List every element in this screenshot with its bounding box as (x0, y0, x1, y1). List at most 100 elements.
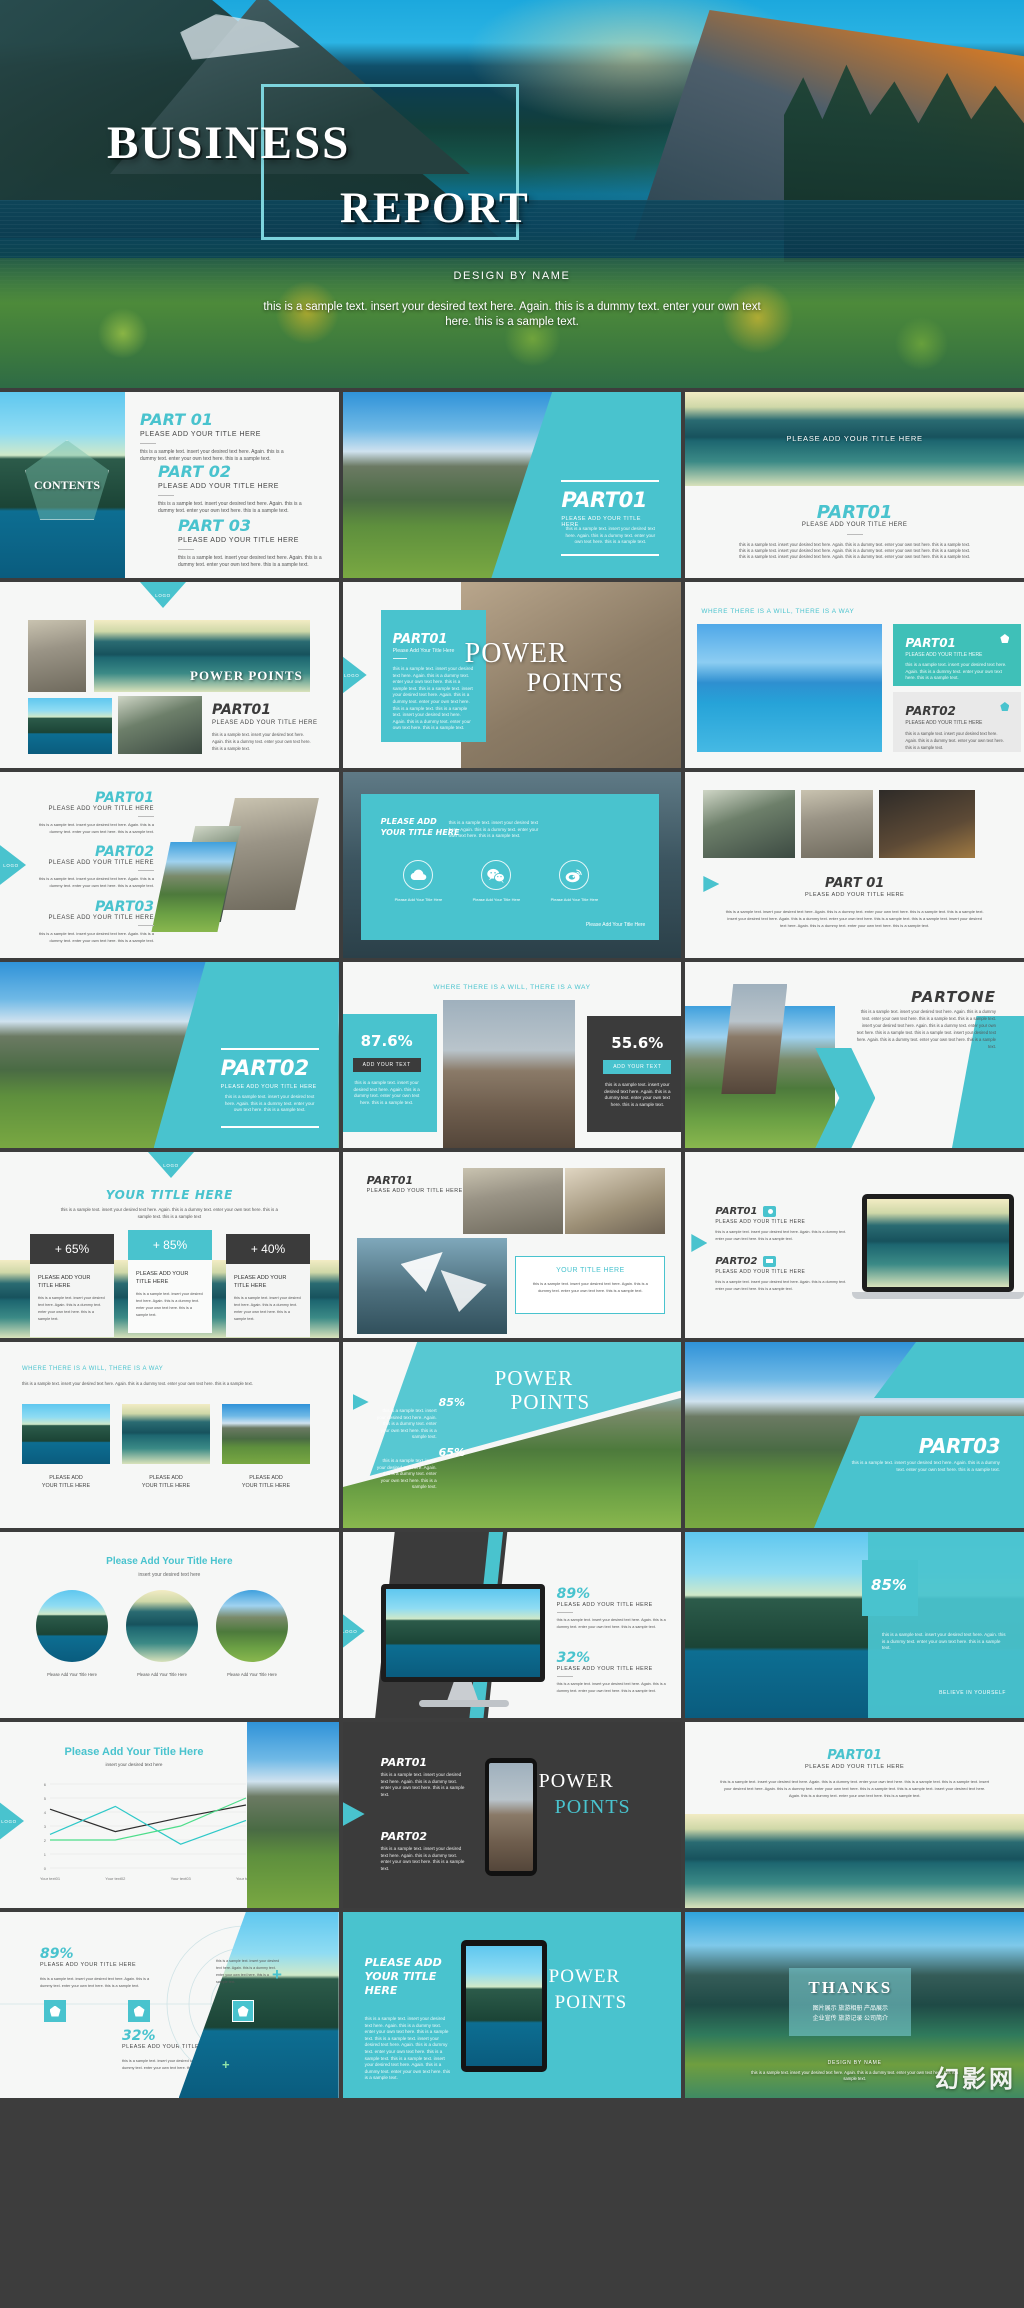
slide-imac-stats[interactable]: LOGO 89% PLEASE ADD YOUR TITLE HERE this… (342, 1532, 682, 1718)
pentagon-icon-1[interactable] (44, 2000, 66, 2022)
part-body: this is a sample text. insert your desir… (851, 1460, 1000, 1472)
thanks-title: THANKS (808, 1978, 893, 1997)
svg-text:Your text01: Your text01 (40, 1876, 61, 1881)
pentagon-icon-2[interactable] (128, 2000, 150, 2022)
rule (392, 658, 407, 659)
part-subtitle: PLEASE ADD YOUR TITLE HERE (212, 720, 318, 726)
slide-part01-diagonal[interactable]: PART01 PLEASE ADD YOUR TITLE HERE this i… (342, 392, 682, 578)
cloud-icon (403, 860, 434, 890)
slide-power-points-wood[interactable]: LOGO PART01 Please Add Your Title Here t… (342, 582, 682, 768)
circle-caption-2: Please Add Your Title Here (137, 1672, 187, 1677)
contents-part-2: PART 02 (158, 462, 231, 481)
rule-bottom (561, 554, 660, 556)
slide-power-points-diagonal[interactable]: POWER POINTS 85% this is a sample text. … (342, 1342, 682, 1528)
percent-column-1[interactable]: + 65% PLEASE ADD YOUR TITLE HERE this is… (30, 1234, 114, 1337)
teal-arrow (691, 1234, 708, 1252)
svg-text:Your text03: Your text03 (171, 1876, 192, 1881)
title-line1: PLEASE ADD (364, 1956, 442, 1969)
title-box[interactable]: YOUR TITLE HERE this is a sample text. i… (515, 1256, 666, 1314)
stat-item-1[interactable]: 89% PLEASE ADD YOUR TITLE HERE this is a… (556, 1586, 667, 1631)
card-teal[interactable]: PART01 PLEASE ADD YOUR TITLE HERE this i… (893, 624, 1022, 686)
contents-item-1[interactable]: PART 01 PLEASE ADD YOUR TITLE HERE this … (140, 410, 300, 463)
part-item-2[interactable]: PART02 PLEASE ADD YOUR TITLE HERE this i… (36, 844, 154, 889)
contents-item-3[interactable]: PART 03 PLEASE ADD YOUR TITLE HERE this … (178, 516, 338, 569)
icon-caption-2: Please Add Your Title Here (472, 897, 521, 902)
circle-photo-2 (126, 1590, 198, 1662)
icon-caption-1: Please Add Your Title Here (394, 897, 443, 902)
slide-circle-photos[interactable]: Please Add Your Title Here insert your d… (0, 1532, 339, 1718)
part-item-3[interactable]: PART03 PLEASE ADD YOUR TITLE HERE this i… (36, 899, 154, 944)
icon-item-wechat[interactable]: Please Add Your Title Here (472, 860, 521, 902)
device-item-2[interactable]: PART02 PLEASE ADD YOUR TITLE HERE this i… (715, 1256, 855, 1293)
slide-intro: this is a sample text. insert your desir… (60, 1207, 278, 1219)
radar-note: this is a sample text. insert your desir… (216, 1959, 280, 1984)
circle-caption-3: Please Add Your Title Here (227, 1672, 277, 1677)
pentagon-icon-3[interactable] (232, 2000, 254, 2022)
slide-three-photo-cards[interactable]: WHERE THERE IS A WILL, THERE IS A WAY th… (0, 1342, 339, 1528)
slide-icons-panel[interactable]: PLEASE ADD YOUR TITLE HERE this is a sam… (342, 772, 682, 958)
contents-title-3: PLEASE ADD YOUR TITLE HERE (178, 537, 299, 544)
circle-photo-1 (36, 1590, 108, 1662)
collage-overlay-text: POWER POINTS (190, 668, 303, 683)
collage-photo-3 (28, 698, 112, 754)
kpi-card-dark[interactable]: 55.6% ADD YOUR TEXT this is a sample tex… (587, 1016, 682, 1132)
card-title-1: PLEASE ADD YOUR TITLE HERE (905, 652, 983, 658)
stat-item-2[interactable]: 32% PLEASE ADD YOUR TITLE HERE this is a… (556, 1650, 667, 1695)
panel-body: this is a sample text. insert your desir… (448, 820, 539, 839)
slide-ocean-cards[interactable]: WHERE THERE IS A WILL, THERE IS A WAY PA… (685, 582, 1024, 768)
stat-value-2: 32% (556, 1650, 591, 1666)
slide-part02-diagonal[interactable]: PART02 PLEASE ADD YOUR TITLE HERE this i… (0, 962, 339, 1148)
kpi-card-teal[interactable]: 87.6% ADD YOUR TEXT this is a sample tex… (342, 1014, 437, 1132)
part-label: PART03 (918, 1434, 1001, 1458)
card-gray[interactable]: PART02 PLEASE ADD YOUR TITLE HERE this i… (893, 692, 1022, 752)
contents-item-2[interactable]: PART 02 PLEASE ADD YOUR TITLE HERE this … (158, 462, 318, 515)
slide-power-points-collage[interactable]: LOGO POWER POINTS PART01 PLEASE ADD YOUR… (0, 582, 339, 768)
part-item-1[interactable]: PART01 PLEASE ADD YOUR TITLE HERE this i… (36, 790, 154, 835)
slide-partone[interactable]: PARTONE this is a sample text. insert yo… (685, 962, 1024, 1148)
slide-phone-power-points[interactable]: PART01 this is a sample text. insert you… (342, 1722, 682, 1908)
percent-value-1: + 65% (30, 1234, 114, 1264)
slide-photo-strip-part01[interactable]: PART 01 PLEASE ADD YOUR TITLE HERE this … (685, 772, 1024, 958)
slide-contents[interactable]: CONTENTS PART 01 PLEASE ADD YOUR TITLE H… (0, 392, 339, 578)
icon-item-cloud[interactable]: Please Add Your Title Here (394, 860, 443, 902)
big-word-2: POINTS (554, 1796, 631, 1818)
slide-radar-stats[interactable]: 89% PLEASE ADD YOUR TITLE HERE this is a… (0, 1912, 339, 2098)
slide-part01-origami[interactable]: PART01 PLEASE ADD YOUR TITLE HERE YOUR T… (342, 1152, 682, 1338)
slide-parts-tilted[interactable]: LOGO PART01 PLEASE ADD YOUR TITLE HERE t… (0, 772, 339, 958)
big-word-2: POINTS (526, 668, 624, 697)
slide-part03[interactable]: PART03 this is a sample text. insert you… (685, 1342, 1024, 1528)
kpi-button-left[interactable]: ADD YOUR TEXT (352, 1058, 421, 1072)
slide-title: Please Add Your Title Here (106, 1556, 233, 1567)
device-item-1[interactable]: PART01 PLEASE ADD YOUR TITLE HERE this i… (715, 1206, 855, 1243)
slide-tablet-power-points[interactable]: PLEASE ADD YOUR TITLE HERE this is a sam… (342, 1912, 682, 2098)
big-word-2: POINTS (554, 1992, 628, 2013)
slide-line-chart[interactable]: LOGO Please Add Your Title Here insert y… (0, 1722, 339, 1908)
slide-banner-part01[interactable]: PLEASE ADD YOUR TITLE HERE PART01 PLEASE… (685, 392, 1024, 578)
slide-percent-columns[interactable]: LOGO YOUR TITLE HERE this is a sample te… (0, 1152, 339, 1338)
percent-value-2: + 85% (128, 1230, 212, 1260)
part-body-1: this is a sample text. insert your desir… (39, 822, 154, 834)
slide-device-parts[interactable]: PART01 PLEASE ADD YOUR TITLE HERE this i… (685, 1152, 1024, 1338)
contents-body-2: this is a sample text. insert your desir… (158, 501, 302, 514)
plus-icon-2: + (222, 2057, 230, 2072)
percent-title-3: PLEASE ADD YOUR TITLE HERE (234, 1275, 287, 1289)
part-label-1: PART01 (715, 1206, 758, 1217)
svg-text:6: 6 (44, 1782, 47, 1787)
logo-text: LOGO (163, 1162, 179, 1168)
slide-part01-lake[interactable]: PART01 PLEASE ADD YOUR TITLE HERE this i… (685, 1722, 1024, 1908)
slide-85-percent[interactable]: 85% this is a sample text. insert your d… (685, 1532, 1024, 1718)
circle-caption-1: Please Add Your Title Here (47, 1672, 97, 1677)
part-title-2: PLEASE ADD YOUR TITLE HERE (48, 860, 154, 866)
icon-item-weibo[interactable]: Please Add Your Title Here (551, 860, 598, 902)
kpi-button-right[interactable]: ADD YOUR TEXT (603, 1060, 672, 1074)
slide-body: this is a sample text. insert your desir… (364, 2016, 451, 2081)
slide-thanks[interactable]: THANKS 图片展示 旅游相册 产品展示 企业宣传 旅游记录 公司简介 DES… (685, 1912, 1024, 2098)
footer-text: BELIEVE IN YOURSELF (939, 1690, 1006, 1696)
card-body-2: this is a sample text. insert your desir… (905, 731, 1005, 750)
percent-column-2[interactable]: + 85% PLEASE ADD YOUR TITLE HERE this is… (128, 1230, 212, 1333)
strip-photo-3 (879, 790, 976, 858)
percent-column-3[interactable]: + 40% PLEASE ADD YOUR TITLE HERE this is… (226, 1234, 310, 1337)
rule-top (561, 480, 660, 482)
slide-kpi-two[interactable]: WHERE THERE IS A WILL, THERE IS A WAY 87… (342, 962, 682, 1148)
laptop-device (861, 1194, 1014, 1292)
